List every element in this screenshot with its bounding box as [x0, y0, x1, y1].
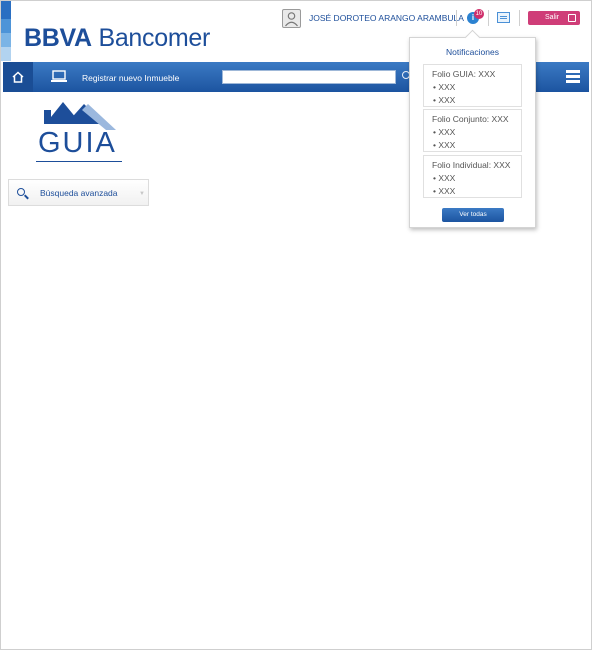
notification-detail: • XXX — [433, 173, 456, 183]
header-divider — [519, 10, 520, 26]
logout-button[interactable]: Salir — [528, 11, 580, 25]
register-property-link[interactable]: Registrar nuevo Inmueble — [82, 73, 179, 83]
hamburger-menu-icon[interactable] — [566, 70, 580, 83]
user-avatar-icon[interactable] — [282, 9, 301, 28]
view-all-button[interactable]: Ver todas — [442, 208, 504, 222]
notification-item[interactable]: Folio Individual: XXX • XXX • XXX — [423, 155, 522, 198]
bbva-bancomer-logo[interactable]: BBVA Bancomer — [24, 24, 210, 53]
guia-underline — [36, 161, 122, 162]
messages-icon[interactable] — [497, 12, 510, 23]
logout-label: Salir — [545, 14, 560, 21]
laptop-icon[interactable] — [50, 70, 68, 83]
search-input[interactable] — [222, 70, 396, 84]
header-divider — [488, 10, 489, 26]
notification-count-badge[interactable]: 10 — [474, 9, 484, 19]
header-divider — [456, 10, 457, 26]
notification-detail: • XXX — [433, 82, 456, 92]
brand-stripes — [1, 1, 11, 61]
guia-logo-text: GUIA — [38, 127, 117, 159]
logo-bold: BBVA — [24, 24, 92, 52]
chevron-down-icon: ▼ — [139, 191, 145, 197]
advanced-search-label: Búsqueda avanzada — [40, 188, 118, 198]
notification-folio: Folio GUIA: XXX — [432, 69, 496, 79]
notification-detail: • XXX — [433, 127, 456, 137]
search-icon — [17, 188, 25, 196]
notification-detail: • XXX — [433, 95, 456, 105]
home-button[interactable] — [3, 62, 33, 92]
notification-folio: Folio Conjunto: XXX — [432, 114, 509, 124]
notification-item[interactable]: Folio Conjunto: XXX • XXX • XXX — [423, 109, 522, 152]
notifications-title: Notificaciones — [446, 47, 499, 57]
advanced-search-toggle[interactable]: Búsqueda avanzada ▼ — [8, 179, 149, 206]
home-icon — [12, 71, 24, 83]
notifications-popup: Notificaciones Folio GUIA: XXX • XXX • X… — [409, 37, 536, 228]
notification-folio: Folio Individual: XXX — [432, 160, 511, 170]
notification-detail: • XXX — [433, 186, 456, 196]
user-name[interactable]: JOSÉ DOROTEO ARANGO ARAMBULA — [309, 13, 464, 23]
notification-detail: • XXX — [433, 140, 456, 150]
notification-item[interactable]: Folio GUIA: XXX • XXX • XXX — [423, 64, 522, 107]
logo-rest: Bancomer — [91, 24, 210, 52]
logout-icon — [568, 14, 576, 22]
